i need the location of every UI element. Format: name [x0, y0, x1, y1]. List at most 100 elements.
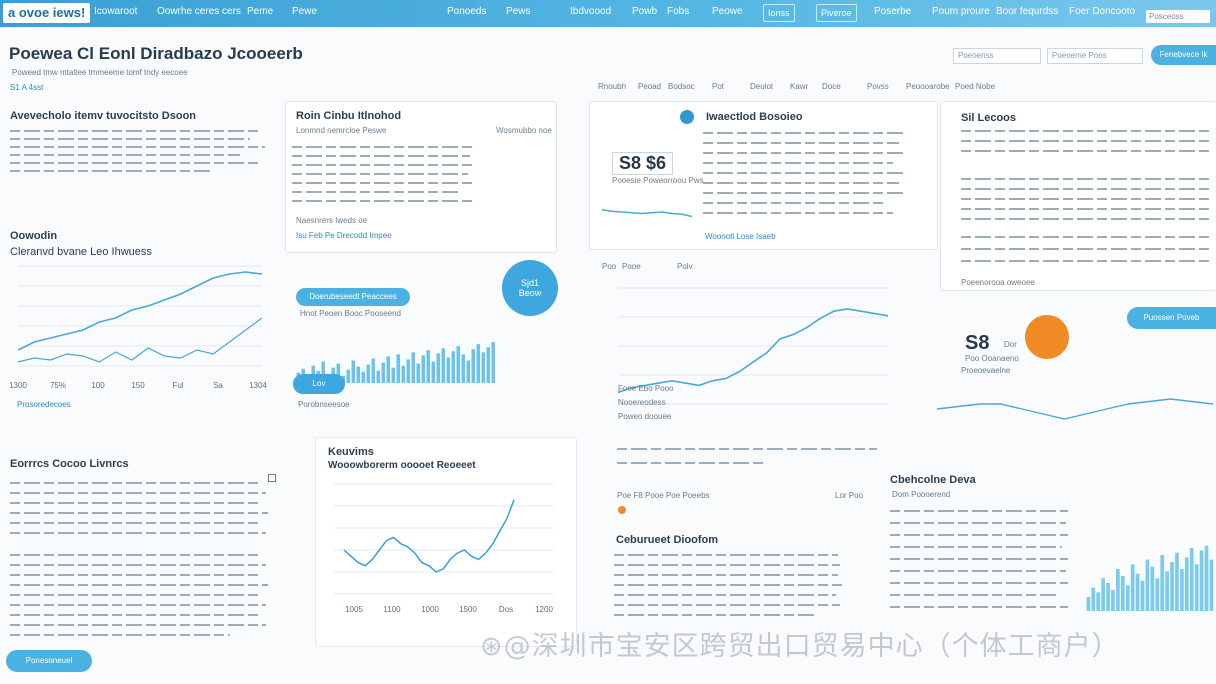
trend-line-chart	[617, 287, 889, 405]
page-title: Poewea Cl Eonl Diradbazo Jcooeerb	[9, 44, 303, 63]
report-small-button[interactable]: Lov	[293, 374, 345, 394]
tab-item[interactable]: Poed Nobe	[955, 82, 995, 91]
overview-chart-subtitle: Cleranvd bvane Leo Ihwuess	[10, 246, 152, 258]
x-tick-label: 1300	[9, 381, 27, 390]
tab-item[interactable]: Peoad	[638, 82, 661, 91]
filter-input-b[interactable]: Poeoeme Poos	[1047, 48, 1143, 64]
footer-button[interactable]: Ponesoneuel	[6, 650, 92, 672]
primary-action-button[interactable]: Fenebvece Ik	[1151, 45, 1216, 65]
bar	[481, 352, 485, 383]
trend-axis-b: Pooe	[622, 262, 641, 271]
orange-kpi-unit: Dor	[1004, 340, 1017, 349]
trend-row-b: Lor Poo	[835, 491, 864, 500]
bar	[411, 352, 415, 383]
nav-item[interactable]: Pewe	[292, 6, 317, 17]
channel-bar-chart	[1086, 545, 1214, 611]
orange-kpi-caption: Poo Ooanaeno	[965, 354, 1019, 363]
keuvims-title: Keuvims	[328, 446, 374, 458]
nav-item[interactable]: Oowrhe ceres cers	[157, 6, 241, 17]
x-tick-label: 1000	[421, 605, 439, 614]
tab-item[interactable]: Rnoubh	[598, 82, 626, 91]
info-icon[interactable]	[680, 110, 694, 124]
bar	[1204, 545, 1209, 611]
bar	[1199, 550, 1204, 611]
bar	[486, 347, 490, 383]
watermark: ⊛@深圳市宝安区跨贸出口贸易中心（个体工商户）	[480, 631, 1120, 662]
brand-logo[interactable]: a ovoe iews!	[3, 3, 91, 23]
events-text-block	[10, 478, 272, 648]
report-card-link-a[interactable]: Naesnrers Iweds oe	[296, 216, 367, 225]
report-card-link-b[interactable]: Isu Feb Pe Drecodd Impee	[296, 231, 392, 240]
bar	[1116, 569, 1120, 611]
side-action-button[interactable]: Puossen Poveb	[1127, 307, 1216, 329]
orange-stat-circle	[1025, 315, 1069, 359]
tab-item[interactable]: Bodsoc	[668, 82, 695, 91]
report-pill-button[interactable]: Doerubeseedt Peaccees	[296, 288, 410, 306]
filter-input-a[interactable]: Poeoenss	[953, 48, 1041, 64]
keuvims-line-chart: 1005 1100 1000 1500 Dos 1200	[334, 483, 554, 614]
keuvims-card: Keuvims Wooowborerm ooooet Reoeeet 1005 1…	[315, 437, 577, 647]
tab-item[interactable]: Peoooarobe	[906, 82, 950, 91]
tab-item[interactable]: Doce	[822, 82, 841, 91]
stat-card-title: Ceburueet Dioofom	[616, 534, 719, 546]
nav-item[interactable]: Foer Doncooto	[1069, 6, 1135, 17]
x-tick-label: 1005	[345, 605, 363, 614]
nav-item[interactable]: Ponoeds	[447, 6, 486, 17]
report-card-corner[interactable]: Wosmubbo noe	[496, 126, 552, 135]
side-card: Sil Lecoos Poeenorooa oweoee	[940, 101, 1216, 291]
trend-row-a: Poe F8 Pooe Poe Poeebs	[617, 491, 710, 500]
overview-chart-title: Oowodin	[10, 230, 58, 242]
nav-item[interactable]: Poserbe	[874, 6, 911, 17]
bar	[1135, 573, 1140, 611]
search-input[interactable]: Posceoss	[1146, 10, 1210, 23]
bar	[1091, 587, 1096, 611]
bar	[451, 351, 455, 383]
bar	[1170, 562, 1174, 611]
bar	[436, 353, 440, 383]
bar	[1150, 566, 1155, 611]
nav-item[interactable]: Fobs	[667, 6, 689, 17]
nav-item[interactable]: Ionss	[763, 4, 795, 22]
tab-item[interactable]: Deulot	[750, 82, 773, 91]
nav-item[interactable]: Peowe	[712, 6, 743, 17]
bar	[1086, 597, 1091, 611]
bar	[361, 371, 365, 383]
nav-item[interactable]: Piveroe	[816, 4, 857, 22]
nav-item[interactable]: Pews	[506, 6, 530, 17]
x-tick-label: 1500	[459, 605, 477, 614]
bar	[1175, 552, 1179, 611]
bar	[476, 344, 480, 383]
bar	[406, 359, 410, 383]
bar	[1101, 578, 1105, 611]
bar	[1160, 555, 1165, 611]
page-subtitle: Poweed tmw mtaltee tmmeeme tomf tndy eec…	[12, 68, 188, 77]
orange-kpi-caption-b: Proeoevaelne	[961, 366, 1011, 375]
trend-label-c: Poweo doouee	[618, 412, 672, 421]
bar	[456, 346, 460, 383]
tab-item[interactable]: Pot	[712, 82, 724, 91]
nav-item[interactable]: Peme	[247, 6, 273, 17]
x-tick-label: 75%	[50, 381, 66, 390]
nav-item[interactable]: Ibdvoood	[570, 6, 611, 17]
bar	[1111, 590, 1115, 611]
nav-item[interactable]: Powb	[632, 6, 657, 17]
nav-item[interactable]: Icowaroot	[94, 6, 137, 17]
bar	[346, 369, 350, 383]
x-tick-label: 150	[131, 381, 145, 390]
bar	[426, 350, 430, 383]
x-tick-label: 1100	[383, 605, 401, 614]
bar	[1165, 571, 1169, 611]
nav-item[interactable]: Poum proure	[932, 6, 990, 17]
bar	[1125, 585, 1130, 611]
bar	[366, 364, 370, 383]
report-card-title: Roin Cinbu Itlnohod	[296, 110, 402, 122]
nav-item[interactable]: Boor fequrdss	[996, 6, 1058, 17]
tab-item[interactable]: Povss	[867, 82, 889, 91]
channel-title: Cbehcolne Deva	[890, 474, 976, 486]
x-tick-label: Sa	[213, 381, 223, 390]
bar	[1189, 548, 1194, 611]
tab-item[interactable]: Kawr	[790, 82, 808, 91]
bar	[1155, 578, 1160, 611]
bar	[446, 357, 450, 383]
top-navigation-bar: a ovoe iews! Icowaroot Oowrhe ceres cers…	[0, 0, 1216, 27]
